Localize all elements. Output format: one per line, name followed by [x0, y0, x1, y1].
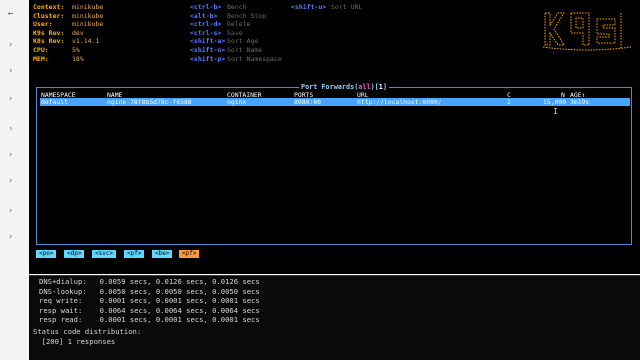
- shortcut-label: Sort Name: [227, 46, 263, 54]
- shortcut-key: <shift-a>: [190, 37, 226, 46]
- shortcut-label: Sort URL: [331, 3, 363, 11]
- benchmark-output: DNS+dialup: 0.0059 secs, 0.0126 secs, 0.…: [29, 276, 640, 360]
- info-value: 18%: [72, 54, 84, 63]
- shortcut-label: Delete: [227, 20, 251, 29]
- chevron-right-icon[interactable]: ›: [8, 176, 13, 186]
- output-line: Status code distribution:: [33, 327, 142, 336]
- shortcut-label: Save: [227, 28, 243, 37]
- shortcut-key: <shift-u>: [291, 3, 327, 11]
- info-value: 5%: [72, 46, 80, 54]
- info-key: CPU:: [33, 46, 49, 54]
- shortcut-label: Bench Stop: [227, 11, 267, 20]
- output-line: DNS-lookup: 0.0050 secs, 0.0050 secs, 0.…: [39, 286, 260, 296]
- output-line: resp wait: 0.0064 secs, 0.0064 secs, 0.0…: [39, 305, 260, 315]
- text-cursor-icon: I: [553, 107, 558, 116]
- info-key: K8s Rev:: [33, 37, 65, 46]
- chevron-right-icon[interactable]: ›: [8, 124, 13, 134]
- shortcut-key: <ctrl-d>: [190, 20, 222, 29]
- chevron-right-icon[interactable]: ›: [8, 232, 13, 242]
- breadcrumb-svc[interactable]: <svc>: [92, 250, 117, 258]
- breadcrumb-po[interactable]: <po>: [36, 250, 57, 258]
- info-value: minikube: [72, 20, 104, 29]
- cell-c: 2: [507, 98, 511, 106]
- info-value: minikube: [72, 11, 104, 20]
- output-line: req write: 0.0001 secs, 0.0001 secs, 0.0…: [39, 296, 260, 306]
- breadcrumb-pf-active[interactable]: <pf>: [179, 250, 200, 258]
- output-line: DNS+dialup: 0.0059 secs, 0.0126 secs, 0.…: [39, 277, 260, 286]
- editor-sidebar: ← › › › › › › › ›: [0, 0, 30, 360]
- info-value: v1.14.1: [72, 37, 100, 46]
- shortcut-label: Sort Age: [227, 37, 259, 46]
- shortcut-label: Bench: [227, 3, 247, 11]
- cell-container: nginx: [227, 98, 247, 106]
- info-key: User:: [33, 20, 53, 29]
- output-line: resp read: 0.0001 secs, 0.0001 secs, 0.0…: [39, 315, 260, 325]
- breadcrumb-pf[interactable]: <pf>: [124, 250, 145, 258]
- info-key: MEM:: [33, 54, 49, 63]
- breadcrumb-be[interactable]: <be>: [152, 250, 173, 258]
- info-key: Context:: [33, 3, 65, 11]
- shortcut-key: <ctrl-b>: [190, 3, 222, 11]
- k9s-logo: [542, 12, 632, 51]
- port-forwards-panel: Port Forwards(all)[1] NAMESPACE NAME CON…: [36, 83, 632, 245]
- shortcut-key: <alt-b>: [190, 11, 218, 20]
- cell-ports: 8080:80: [294, 98, 321, 106]
- shortcut-label: Sort Namespace: [227, 54, 282, 63]
- back-arrow-icon[interactable]: ←: [8, 9, 13, 19]
- cell-n: 15,000: [543, 98, 567, 106]
- chevron-right-icon[interactable]: ›: [8, 206, 13, 216]
- cell-name: nginx-78f8b5d78c-f8588: [107, 98, 192, 106]
- shortcut-key: <ctrl-s>: [190, 28, 222, 37]
- breadcrumb-dp[interactable]: <dp>: [64, 250, 85, 258]
- chevron-right-icon[interactable]: ›: [8, 66, 13, 76]
- cell-namespace: default: [41, 98, 68, 106]
- chevron-right-icon[interactable]: ›: [8, 40, 13, 50]
- info-value: minikube: [72, 3, 104, 11]
- info-value: dev: [72, 28, 84, 37]
- terminal-window: Context: minikube Cluster: minikube User…: [29, 0, 640, 274]
- table-row[interactable]: default nginx-78f8b5d78c-f8588 nginx 808…: [40, 98, 630, 106]
- shortcut-key: <shift-p>: [190, 54, 226, 63]
- chevron-right-icon[interactable]: ›: [8, 150, 13, 160]
- info-key: Cluster:: [33, 11, 65, 20]
- chevron-right-icon[interactable]: ›: [8, 94, 13, 104]
- cell-age: 3m19s: [570, 98, 590, 106]
- output-line: [200] 1 responses: [33, 336, 116, 346]
- cell-url: http://localhost:8080/: [357, 98, 442, 106]
- shortcut-key: <shift-n>: [190, 46, 226, 54]
- info-key: K9s Rev:: [33, 28, 65, 37]
- panel-filter: all: [358, 83, 371, 91]
